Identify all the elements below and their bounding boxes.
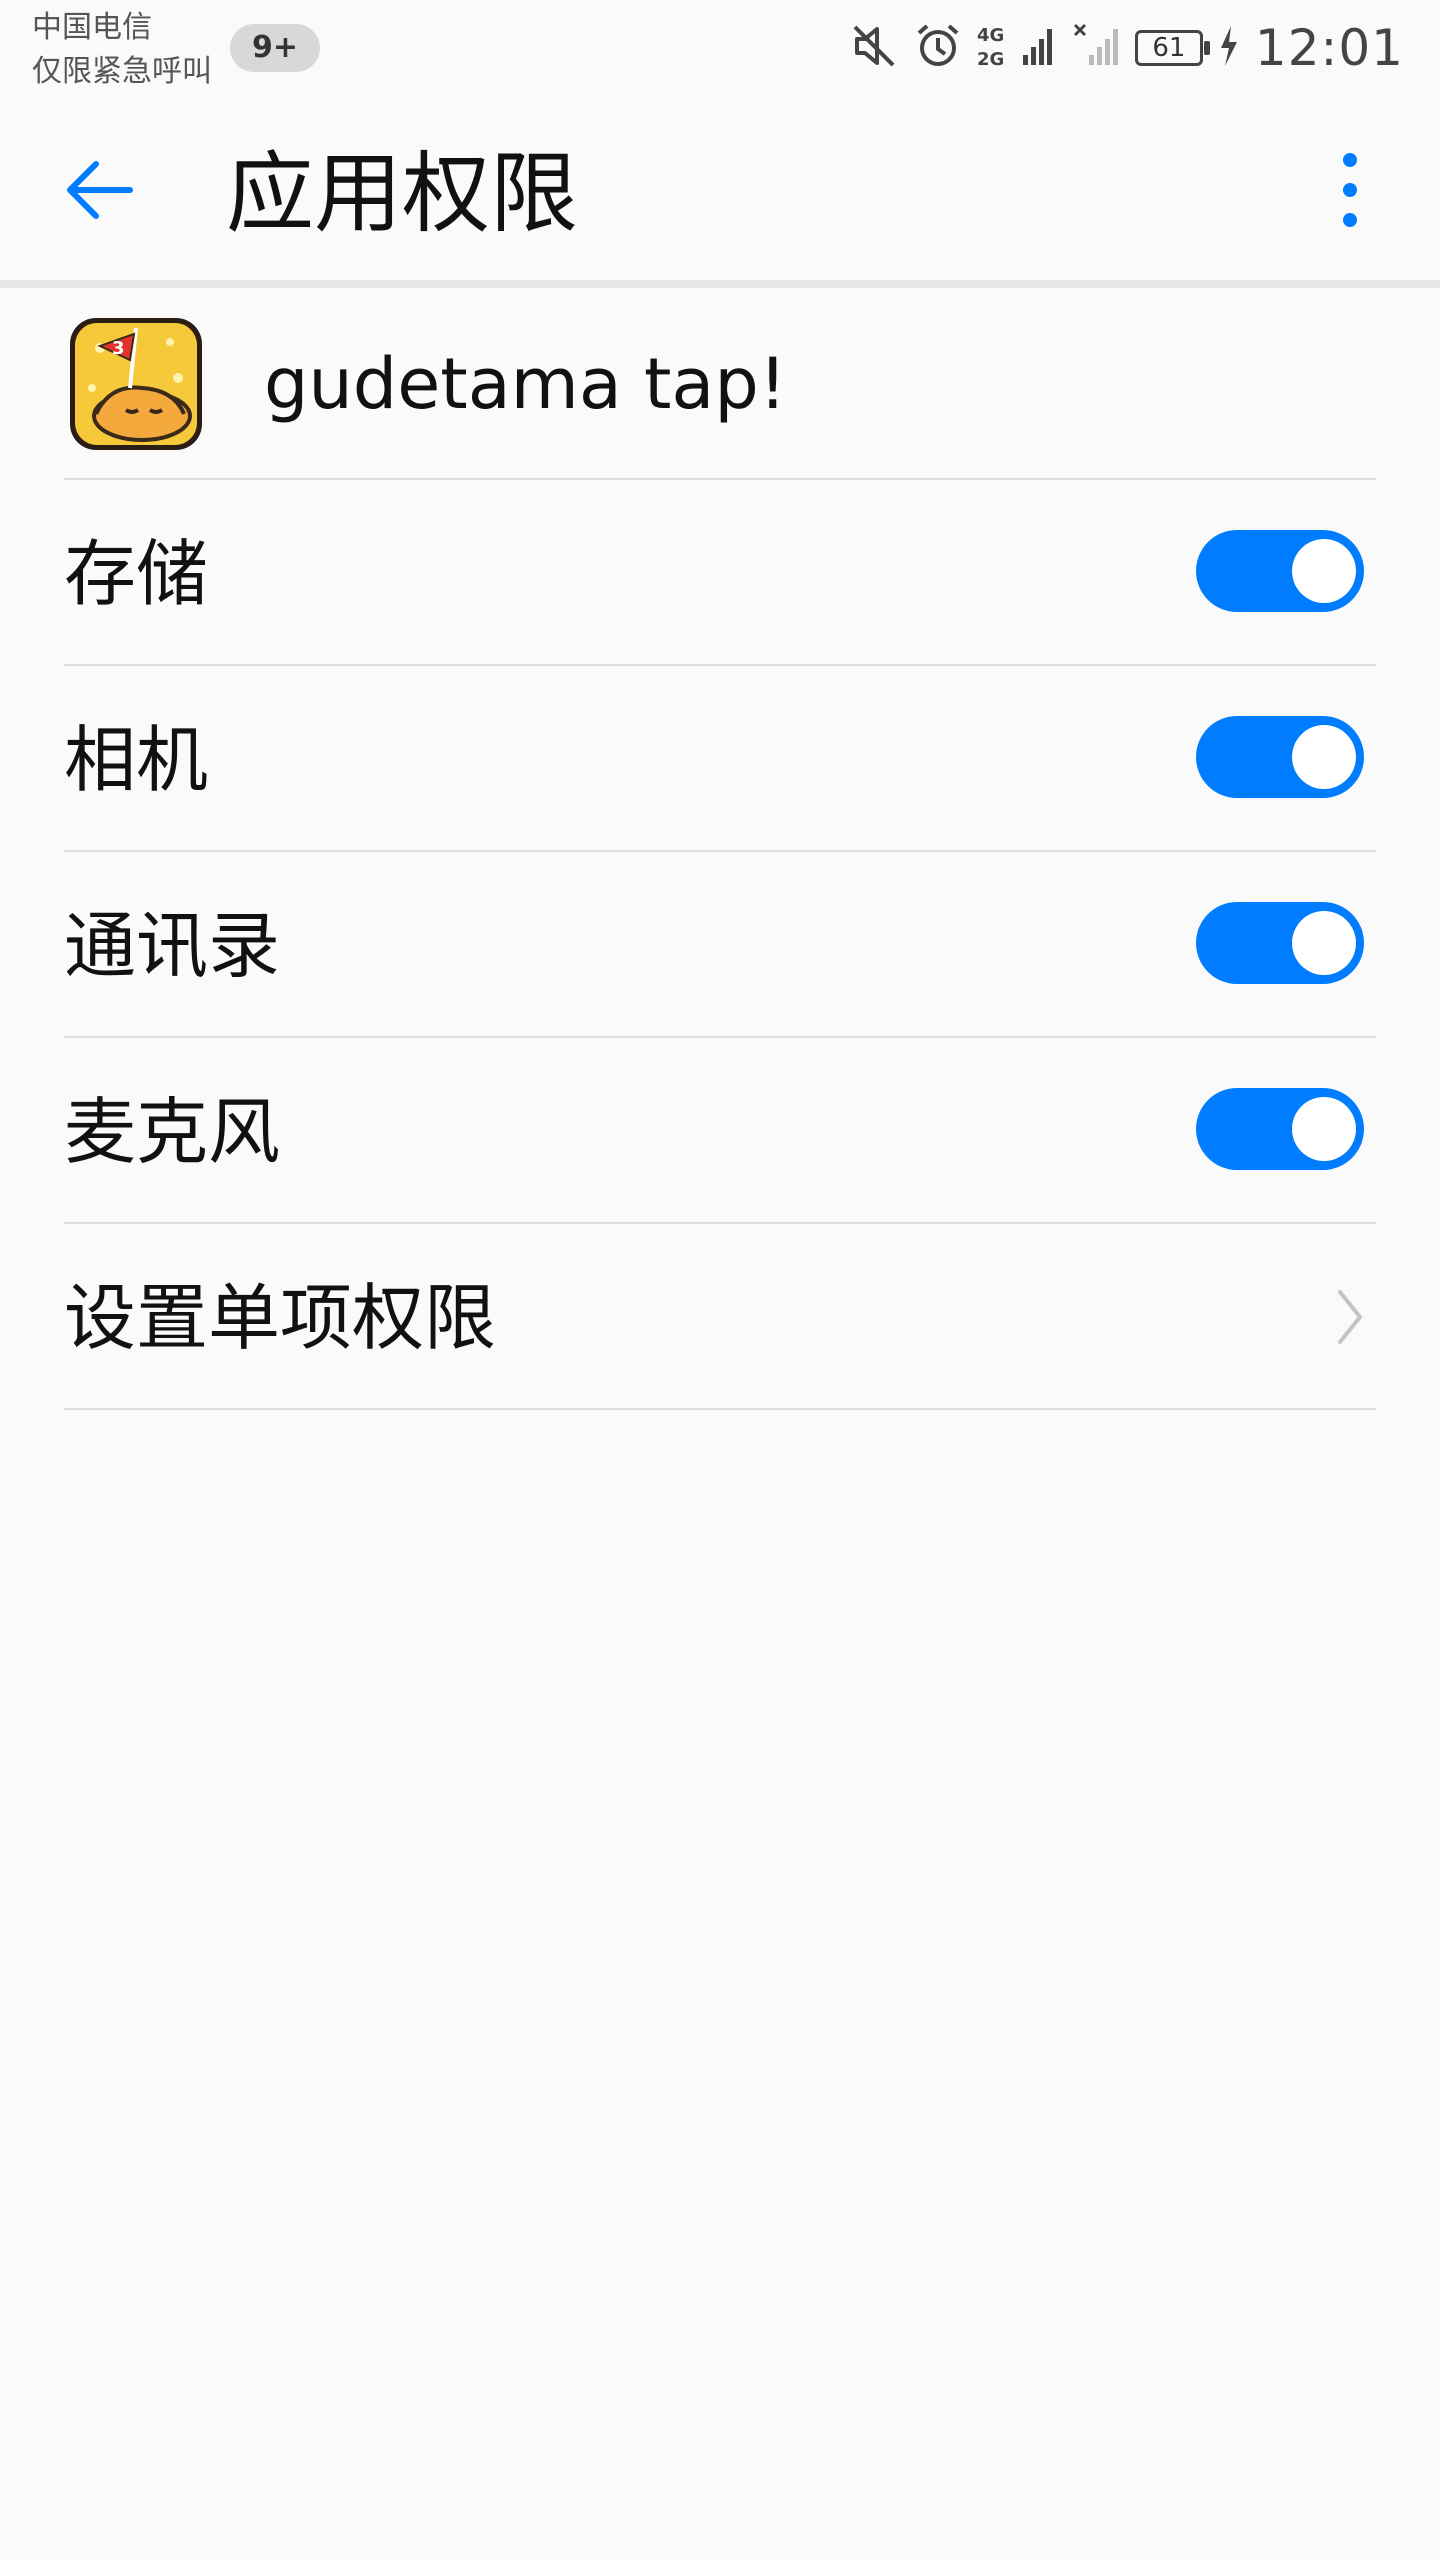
no-signal-icon	[1071, 21, 1121, 75]
carrier-info: 中国电信 仅限紧急呼叫	[32, 6, 212, 94]
app-permissions-screen: 中国电信 仅限紧急呼叫 9+ 4G 2G 61 12:01 应用权限 3 gud…	[0, 0, 1440, 2560]
app-icon-badge: 3	[112, 338, 125, 359]
permissions-list: 存储 相机 通讯录 麦克风 设置单项权限	[0, 478, 1440, 1410]
clock: 12:01	[1254, 19, 1404, 77]
status-bar: 中国电信 仅限紧急呼叫 9+ 4G 2G 61 12:01	[0, 0, 1440, 100]
storage-permission-toggle[interactable]	[1196, 530, 1364, 612]
carrier-status: 仅限紧急呼叫	[32, 54, 212, 89]
toggle-knob	[1292, 911, 1356, 975]
permission-label: 相机	[64, 718, 209, 802]
permission-row-camera[interactable]: 相机	[0, 664, 1440, 850]
cellular-signal-icon: 4G 2G	[977, 21, 1057, 75]
network-4g-label: 4G	[977, 25, 1004, 46]
app-bar-divider	[0, 280, 1440, 288]
divider	[64, 478, 1376, 480]
divider	[64, 1408, 1376, 1410]
alarm-icon	[913, 21, 963, 75]
camera-permission-toggle[interactable]	[1196, 716, 1364, 798]
more-options-button[interactable]	[1310, 140, 1390, 250]
arrow-left-icon	[67, 161, 133, 219]
toggle-knob	[1292, 725, 1356, 789]
permission-label: 通讯录	[64, 904, 281, 988]
status-icons: 4G 2G 61 12:01	[849, 16, 1404, 80]
app-name: gudetama tap!	[264, 343, 787, 425]
carrier-name: 中国电信	[32, 10, 152, 45]
toggle-knob	[1292, 1097, 1356, 1161]
app-header: 3 gudetama tap!	[0, 290, 1440, 478]
battery-icon: 61	[1134, 30, 1210, 66]
toggle-knob	[1292, 539, 1356, 603]
individual-permissions-link[interactable]: 设置单项权限	[0, 1222, 1440, 1408]
settings-link-label: 设置单项权限	[64, 1276, 497, 1360]
permission-label: 存储	[64, 532, 209, 616]
notification-count-badge: 9+	[230, 24, 320, 72]
contacts-permission-toggle[interactable]	[1196, 902, 1364, 984]
back-button[interactable]	[50, 140, 150, 240]
more-vertical-icon	[1343, 153, 1357, 227]
permission-label: 麦克风	[64, 1090, 281, 1174]
mute-icon	[849, 21, 899, 75]
page-title: 应用权限	[226, 142, 579, 245]
divider	[64, 664, 1376, 666]
charging-icon	[1217, 24, 1241, 72]
permission-row-storage[interactable]: 存储	[0, 478, 1440, 664]
microphone-permission-toggle[interactable]	[1196, 1088, 1364, 1170]
chevron-right-icon	[1330, 1282, 1370, 1352]
permission-row-contacts[interactable]: 通讯录	[0, 850, 1440, 1036]
permission-row-microphone[interactable]: 麦克风	[0, 1036, 1440, 1222]
divider	[64, 1036, 1376, 1038]
network-2g-label: 2G	[977, 49, 1004, 70]
divider	[64, 850, 1376, 852]
app-bar: 应用权限	[0, 100, 1440, 280]
app-icon: 3	[70, 318, 202, 450]
divider	[64, 1222, 1376, 1224]
